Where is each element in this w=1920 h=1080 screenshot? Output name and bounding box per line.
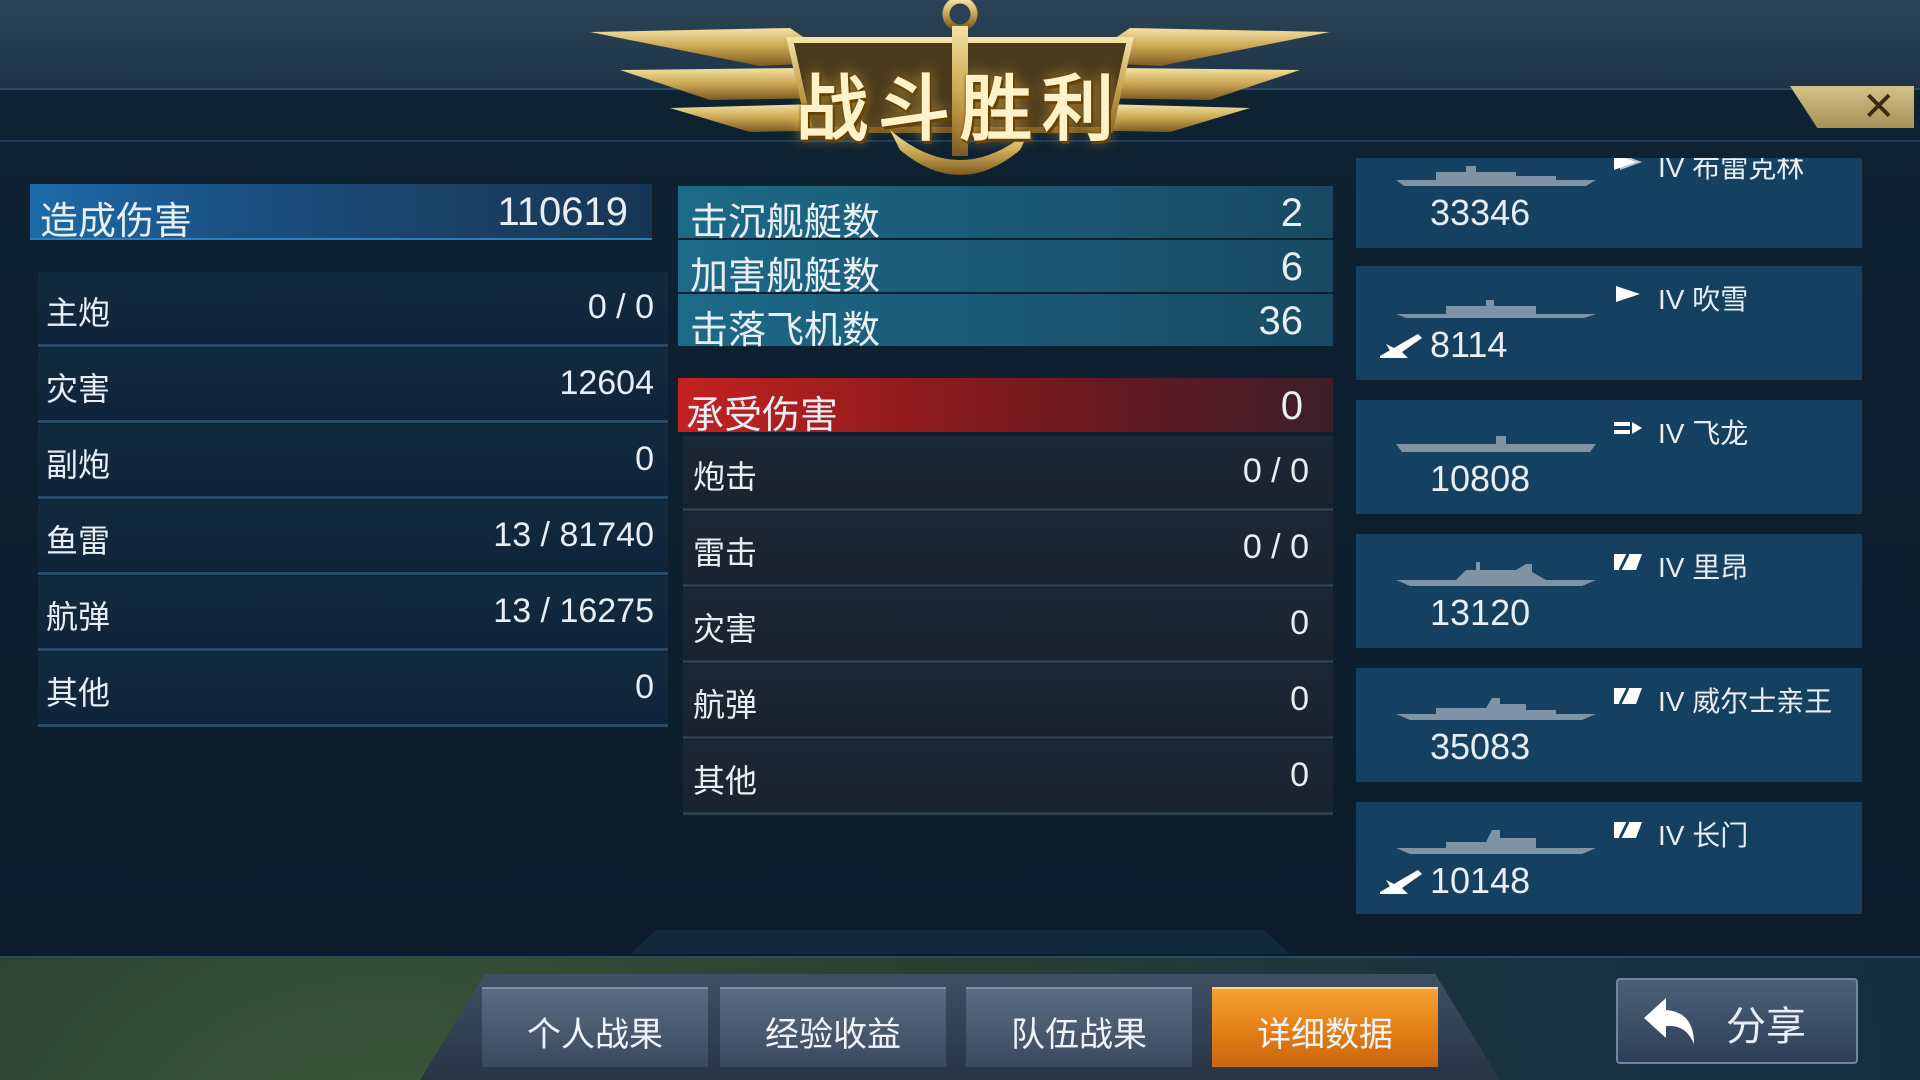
share-button[interactable]: 分享 (1616, 978, 1858, 1064)
stat-row: 其他 0 (38, 652, 668, 727)
ship-tier-name: IV 飞龙 (1658, 418, 1749, 449)
kills-label: 击落飞机数 (690, 310, 881, 352)
ship-card[interactable]: IV 飞龙 10808 (1356, 400, 1862, 514)
stat-value: 12604 (559, 364, 654, 402)
tab-detailed-data[interactable]: 详细数据 (1212, 987, 1438, 1067)
received-row: 其他 0 (683, 740, 1333, 815)
kills-label: 击沉舰艇数 (690, 202, 881, 244)
stat-value: 13 / 16275 (493, 592, 654, 630)
stat-label: 其他 (46, 675, 111, 711)
kills-label: 加害舰艇数 (690, 256, 881, 298)
plane-icon (1380, 334, 1422, 358)
stat-label: 鱼雷 (46, 523, 111, 559)
ship-card[interactable]: IV 威尔士亲王 35083 (1356, 668, 1862, 782)
stat-row: 鱼雷 13 / 81740 (38, 500, 668, 575)
damage-received-header: 承受伤害 0 (678, 378, 1333, 437)
victory-title: 战斗胜利 (795, 66, 1124, 151)
kills-value: 36 (1258, 299, 1304, 343)
close-icon: ✕ (1862, 85, 1896, 129)
received-row: 灾害 0 (683, 588, 1333, 663)
tab-team-results[interactable]: 队伍战果 (966, 987, 1192, 1067)
kills-row-planes: 击落飞机数 36 (678, 294, 1333, 352)
stat-row: 主炮 0 / 0 (38, 272, 668, 347)
battleship-flag-icon (1614, 821, 1642, 839)
ship-card[interactable]: IV 布雷克林 33346 (1356, 158, 1862, 248)
damage-dealt-value: 110619 (497, 190, 628, 234)
battleship-flag-icon (1614, 553, 1642, 571)
share-label: 分享 (1726, 1005, 1806, 1049)
received-label: 航弹 (693, 687, 758, 723)
carrier-flag-icon (1614, 422, 1642, 434)
team-ships-list[interactable]: IV 布雷克林 33346 IV 吹雪 8114 IV 飞龙 10808 IV … (1356, 158, 1862, 914)
damage-received-value: 0 (1280, 384, 1303, 428)
received-label: 炮击 (693, 459, 758, 495)
tab-label: 队伍战果 (1011, 1016, 1147, 1054)
received-value: 0 / 0 (1242, 528, 1309, 566)
ship-tier-name: IV 威尔士亲王 (1658, 686, 1833, 717)
ship-silhouette-icon (1396, 436, 1596, 452)
ship-card[interactable]: IV 长门 10148 (1356, 802, 1862, 914)
cruiser-flag-icon (1614, 158, 1642, 170)
destroyer-flag-icon (1616, 286, 1640, 302)
stat-row: 灾害 12604 (38, 348, 668, 423)
tab-label: 经验收益 (765, 1016, 901, 1054)
kills-value: 2 (1280, 191, 1303, 235)
kills-row-sunk: 击沉舰艇数 2 (678, 186, 1333, 244)
received-row: 雷击 0 / 0 (683, 512, 1333, 587)
stat-value: 13 / 81740 (493, 516, 654, 554)
received-label: 雷击 (693, 535, 758, 571)
kills-row-damaged: 加害舰艇数 6 (678, 240, 1333, 298)
panel-bottom-edge (630, 930, 1290, 954)
ship-tier-name: IV 里昂 (1658, 552, 1749, 583)
damage-received-label: 承受伤害 (686, 395, 839, 437)
ship-silhouette-icon (1396, 166, 1596, 186)
damage-dealt-label: 造成伤害 (40, 201, 193, 243)
tab-personal-results[interactable]: 个人战果 (482, 987, 708, 1067)
received-value: 0 (1290, 680, 1309, 718)
stat-label: 航弹 (46, 599, 111, 635)
stat-value: 0 (635, 440, 654, 478)
ship-score: 10148 (1430, 860, 1531, 901)
ship-card[interactable]: IV 吹雪 8114 (1356, 266, 1862, 380)
received-row: 航弹 0 (683, 664, 1333, 739)
ship-silhouette-icon (1396, 562, 1596, 586)
plane-icon (1380, 870, 1422, 894)
stat-row: 航弹 13 / 16275 (38, 576, 668, 651)
ship-score: 33346 (1430, 192, 1531, 233)
ship-score: 10808 (1430, 458, 1531, 499)
stat-row: 副炮 0 (38, 424, 668, 499)
damage-dealt-header: 造成伤害 110619 (30, 184, 652, 243)
received-label: 其他 (693, 763, 758, 799)
ship-score: 8114 (1430, 324, 1508, 365)
ship-silhouette-icon (1396, 830, 1596, 854)
received-value: 0 / 0 (1242, 452, 1309, 490)
tab-label: 个人战果 (527, 1016, 663, 1054)
ship-silhouette-icon (1396, 300, 1596, 318)
victory-banner: 战斗胜利 (590, 0, 1330, 180)
stat-label: 灾害 (46, 371, 111, 407)
stat-label: 主炮 (46, 295, 111, 331)
ship-tier-name: IV 吹雪 (1658, 284, 1749, 315)
received-row: 炮击 0 / 0 (683, 436, 1333, 511)
ship-tier-name: IV 长门 (1658, 820, 1749, 851)
received-label: 灾害 (693, 611, 758, 647)
stat-label: 副炮 (46, 447, 111, 483)
ship-card[interactable]: IV 里昂 13120 (1356, 534, 1862, 648)
tab-label: 详细数据 (1257, 1016, 1393, 1054)
ship-score: 13120 (1430, 592, 1531, 633)
tab-experience[interactable]: 经验收益 (720, 987, 946, 1067)
ship-score: 35083 (1430, 726, 1531, 767)
stat-value: 0 / 0 (587, 288, 654, 326)
kills-value: 6 (1280, 245, 1303, 289)
received-value: 0 (1290, 756, 1309, 794)
battleship-flag-icon (1614, 687, 1642, 705)
received-value: 0 (1290, 604, 1309, 642)
share-arrow-icon (1644, 998, 1694, 1044)
ship-silhouette-icon (1396, 698, 1596, 720)
stat-value: 0 (635, 668, 654, 706)
ship-tier-name: IV 布雷克林 (1658, 158, 1805, 183)
